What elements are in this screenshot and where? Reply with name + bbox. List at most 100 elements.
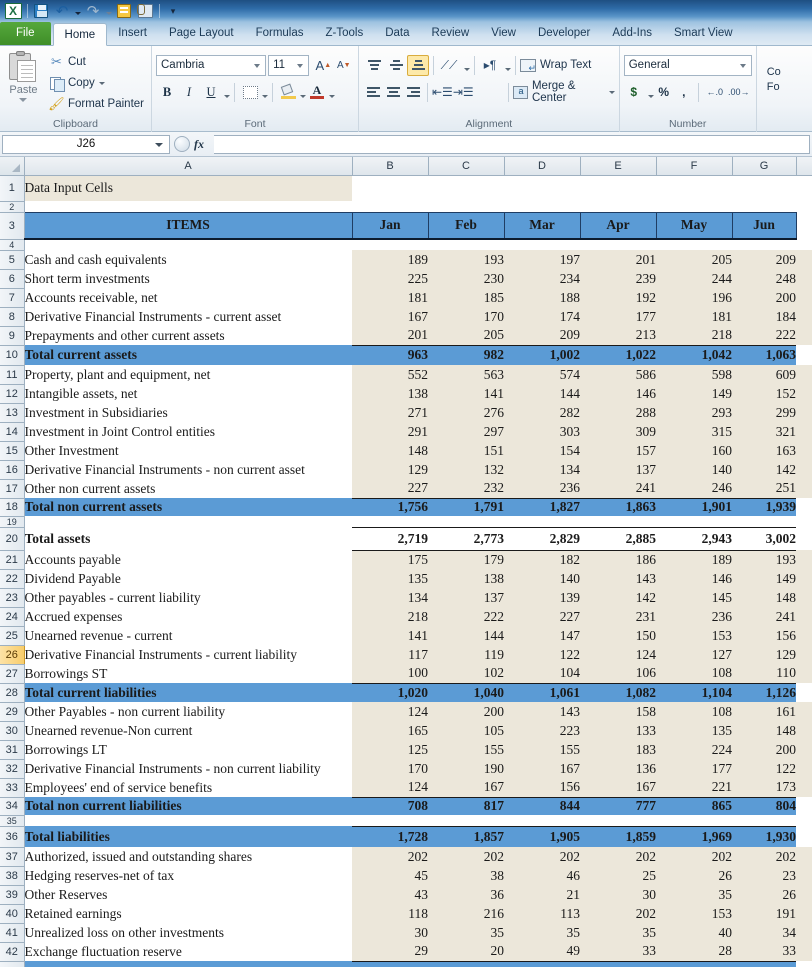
cell-d24[interactable]: 227 — [504, 607, 580, 626]
cell-d39[interactable]: 21 — [504, 885, 580, 904]
cell-a1[interactable]: Data Input Cells — [24, 175, 352, 201]
table-row[interactable]: 38 Hedging reserves-net of tax 45 38 46 25 26 2… — [0, 866, 812, 886]
fill-color-button[interactable] — [277, 82, 299, 103]
cell-h39[interactable] — [796, 885, 812, 904]
cell-f28[interactable]: 1,104 — [656, 683, 732, 702]
select-all-corner[interactable] — [0, 157, 25, 176]
cell-c40[interactable]: 216 — [428, 904, 504, 923]
row-header-26[interactable]: 26 — [0, 645, 25, 665]
cell-g34[interactable]: 804 — [732, 797, 796, 815]
table-row[interactable]: 13 Investment in Subsidiaries 271 276 282 288… — [0, 403, 812, 423]
cell-c34[interactable]: 817 — [428, 797, 504, 815]
cell-a30[interactable]: Unearned revenue-Non current — [24, 721, 352, 740]
cell-d31[interactable]: 155 — [504, 740, 580, 759]
table-row[interactable]: 12 Intangible assets, net 138 141 144 146 149 1… — [0, 384, 812, 404]
row-header-23[interactable]: 23 — [0, 588, 25, 608]
cell-e20[interactable]: 2,885 — [580, 527, 656, 551]
align-middle-button[interactable] — [385, 55, 407, 76]
cell-e2[interactable] — [580, 201, 656, 212]
cell-g40[interactable]: 191 — [732, 904, 796, 923]
cell-g35[interactable] — [732, 815, 796, 827]
cell-e14[interactable]: 309 — [580, 422, 656, 441]
cell-h29[interactable] — [796, 702, 812, 721]
cell-h2[interactable] — [796, 201, 812, 212]
cell-a24[interactable]: Accrued expenses — [24, 607, 352, 626]
table-row[interactable]: 39 Other Reserves 43 36 21 30 35 26 — [0, 885, 812, 905]
cell-a18[interactable]: Total non current assets — [24, 498, 352, 516]
row-header-5[interactable]: 5 — [0, 250, 25, 270]
table-row[interactable]: 25 Unearned revenue - current 141 144 147 150… — [0, 626, 812, 646]
cell-b40[interactable]: 118 — [352, 904, 428, 923]
cell-g22[interactable]: 149 — [732, 569, 796, 588]
cell-a42[interactable]: Exchange fluctuation reserve — [24, 942, 352, 961]
cell-e38[interactable]: 25 — [580, 866, 656, 885]
cell-b21[interactable]: 175 — [352, 550, 428, 569]
table-row[interactable]: 23 Other payables - current liability 134 1… — [0, 588, 812, 608]
cell-d40[interactable]: 113 — [504, 904, 580, 923]
spreadsheet-grid[interactable]: A B C D E F G 1 Data Input Cells 2 3 ITE… — [0, 157, 812, 967]
wrap-text-button[interactable]: Wrap Text — [520, 54, 591, 76]
cell-f18[interactable]: 1,901 — [656, 498, 732, 516]
cell-g32[interactable]: 122 — [732, 759, 796, 778]
cell-a25[interactable]: Unearned revenue - current — [24, 626, 352, 645]
cell-c29[interactable]: 200 — [428, 702, 504, 721]
cell-a15[interactable]: Other Investment — [24, 441, 352, 460]
table-row[interactable]: 40 Retained earnings 118 216 113 202 153 191 — [0, 904, 812, 924]
cell-e28[interactable]: 1,082 — [580, 683, 656, 702]
row-header-22[interactable]: 22 — [0, 569, 25, 589]
table-row[interactable]: 11 Property, plant and equipment, net 552 5… — [0, 365, 812, 385]
cell-b5[interactable]: 189 — [352, 250, 428, 269]
table-row[interactable]: 31 Borrowings LT 125 155 155 183 224 200 — [0, 740, 812, 760]
table-row[interactable]: 1 Data Input Cells — [0, 175, 812, 202]
text-direction-button[interactable]: ▸¶ — [479, 55, 501, 76]
cell-f17[interactable]: 246 — [656, 479, 732, 499]
borders-dropdown-icon[interactable] — [262, 95, 268, 98]
cell-c4[interactable] — [428, 239, 504, 250]
grow-font-button[interactable]: A ▲ — [313, 55, 333, 76]
cell-a19[interactable] — [24, 516, 352, 527]
table-row[interactable]: 18 Total non current assets 1,756 1,791 1,82… — [0, 498, 812, 517]
cell-h31[interactable] — [796, 740, 812, 759]
cell-a12[interactable]: Intangible assets, net — [24, 384, 352, 403]
align-right-button[interactable] — [403, 82, 423, 103]
undo-icon[interactable]: ↶ — [52, 2, 72, 20]
font-size-select[interactable]: 11 — [268, 54, 310, 76]
cell-b2[interactable] — [352, 201, 428, 212]
cell-d2[interactable] — [504, 201, 580, 212]
cell-d7[interactable]: 188 — [504, 288, 580, 307]
table-row[interactable]: 9 Prepayments and other current assets 201… — [0, 326, 812, 346]
cell-c10[interactable]: 982 — [428, 345, 504, 365]
tab-data[interactable]: Data — [374, 22, 420, 45]
formula-input[interactable] — [214, 134, 810, 154]
cell-g3-jun[interactable]: Jun — [731, 211, 797, 240]
cell-g25[interactable]: 156 — [732, 626, 796, 645]
cell-h26[interactable] — [796, 645, 812, 664]
row-header-4[interactable]: 4 — [0, 239, 25, 251]
cell-g4[interactable] — [732, 239, 796, 250]
attach-icon[interactable] — [135, 2, 155, 20]
cell-h42[interactable] — [796, 942, 812, 961]
cell-a40[interactable]: Retained earnings — [24, 904, 352, 923]
cell-h30[interactable] — [796, 721, 812, 740]
tab-formulas[interactable]: Formulas — [245, 22, 315, 45]
cell-f2[interactable] — [656, 201, 732, 212]
cell-g17[interactable]: 251 — [732, 479, 796, 499]
row-header-32[interactable]: 32 — [0, 759, 25, 779]
cell-f22[interactable]: 146 — [656, 569, 732, 588]
cell-c28[interactable]: 1,040 — [428, 683, 504, 702]
cell-h38[interactable] — [796, 866, 812, 885]
cell-c11[interactable]: 563 — [428, 365, 504, 384]
cell-b8[interactable]: 167 — [352, 307, 428, 326]
cell-d38[interactable]: 46 — [504, 866, 580, 885]
cell-e41[interactable]: 35 — [580, 923, 656, 942]
cell-h32[interactable] — [796, 759, 812, 778]
cell-g28[interactable]: 1,126 — [732, 683, 796, 702]
merge-center-button[interactable]: Merge & Center — [512, 80, 615, 104]
cell-d22[interactable]: 140 — [504, 569, 580, 588]
cell-a41[interactable]: Unrealized loss on other investments — [24, 923, 352, 942]
tab-home[interactable]: Home — [52, 23, 108, 46]
cell-b7[interactable]: 181 — [352, 288, 428, 307]
cell-f34[interactable]: 865 — [656, 797, 732, 815]
italic-button[interactable]: I — [178, 82, 200, 103]
increase-indent-button[interactable]: ⇥☰ — [453, 82, 474, 103]
